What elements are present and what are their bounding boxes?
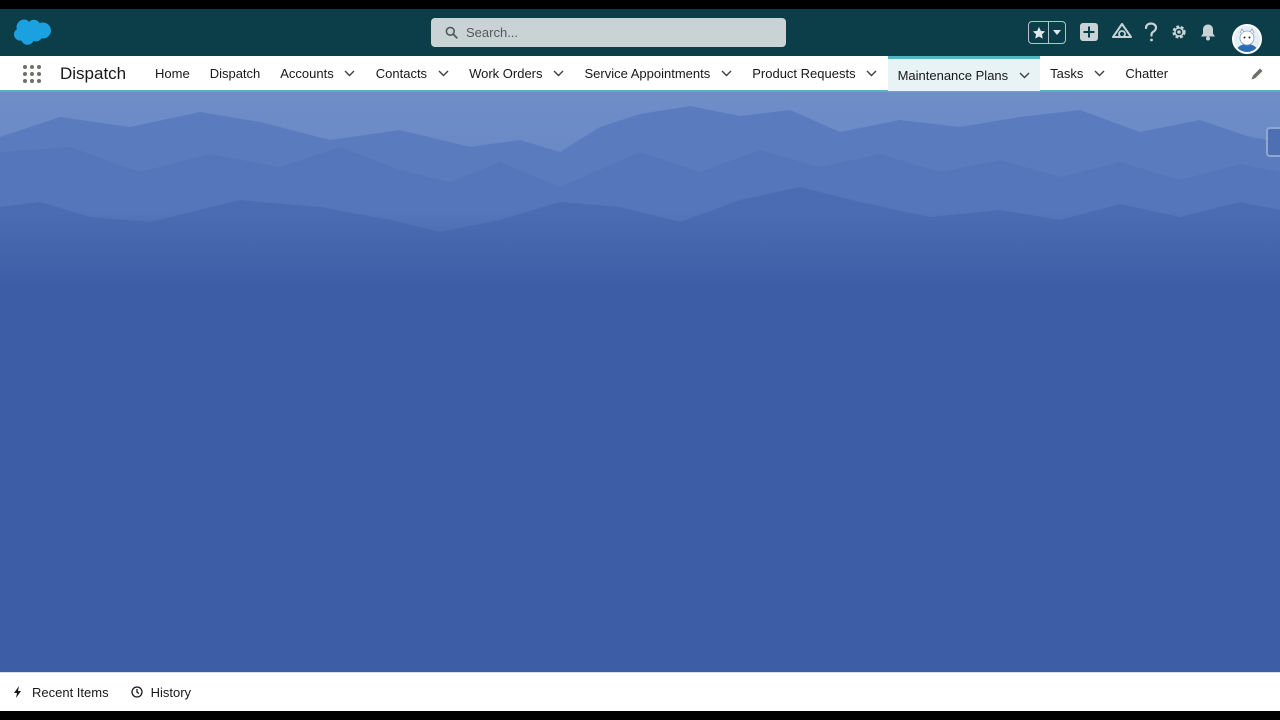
edit-pencil-icon[interactable] xyxy=(1250,67,1264,81)
side-panel-toggle[interactable] xyxy=(1266,127,1280,157)
nav-tab-dispatch[interactable]: Dispatch xyxy=(200,56,271,91)
chevron-down-icon[interactable] xyxy=(1093,68,1105,80)
chevron-down-icon[interactable] xyxy=(1018,69,1030,81)
setup-gear-icon[interactable] xyxy=(1168,21,1190,43)
global-header xyxy=(0,9,1280,56)
help-icon[interactable] xyxy=(1140,21,1162,43)
nav-tab-label: Maintenance Plans xyxy=(897,67,1009,83)
clock-icon xyxy=(130,686,143,698)
lightning-bolt-icon xyxy=(14,686,21,698)
chevron-down-icon[interactable] xyxy=(437,68,449,80)
nav-tab-accounts[interactable]: Accounts xyxy=(270,56,365,91)
global-search[interactable] xyxy=(431,18,786,47)
nav-tab-label: Accounts xyxy=(280,66,334,81)
chevron-down-icon[interactable] xyxy=(344,68,356,80)
nav-tab-home[interactable]: Home xyxy=(145,56,200,91)
notifications-bell-icon[interactable] xyxy=(1197,21,1219,43)
nav-tab-label: Tasks xyxy=(1050,66,1084,81)
chevron-down-icon[interactable] xyxy=(720,68,732,80)
nav-tab-label: Chatter xyxy=(1125,66,1169,81)
nav-tab-tasks[interactable]: Tasks xyxy=(1040,56,1115,91)
search-input[interactable] xyxy=(466,25,766,40)
utility-recent-items[interactable]: Recent Items xyxy=(12,685,109,700)
app-window: Dispatch Home Dispatch Accounts Contacts… xyxy=(0,9,1280,711)
nav-tab-work-orders[interactable]: Work Orders xyxy=(459,56,574,91)
search-icon xyxy=(445,26,458,39)
chevron-down-icon[interactable] xyxy=(553,68,565,80)
utility-label: History xyxy=(150,684,192,700)
nav-tab-chatter[interactable]: Chatter xyxy=(1115,56,1178,91)
nav-tab-label: Service Appointments xyxy=(584,66,711,81)
nav-tab-contacts[interactable]: Contacts xyxy=(366,56,459,91)
favorites-caret-icon[interactable] xyxy=(1049,22,1065,43)
nav-tab-label: Contacts xyxy=(375,66,428,81)
utility-history[interactable]: History xyxy=(130,684,192,700)
nav-tab-label: Dispatch xyxy=(209,66,261,81)
app-launcher-icon[interactable] xyxy=(22,64,42,84)
background-mountains xyxy=(0,92,1280,672)
global-add-icon[interactable] xyxy=(1078,21,1100,43)
favorites-button-group xyxy=(1028,21,1066,44)
favorites-star-icon[interactable] xyxy=(1029,22,1050,43)
navigation-bar: Dispatch Home Dispatch Accounts Contacts… xyxy=(0,56,1280,92)
salesforce-cloud-logo[interactable] xyxy=(14,18,52,46)
nav-tab-label: Product Requests xyxy=(752,66,856,81)
utility-label: Recent Items xyxy=(32,684,109,700)
nav-tabs: Home Dispatch Accounts Contacts Work Ord… xyxy=(145,56,1178,91)
utility-bar: Recent Items History xyxy=(0,672,1280,711)
app-name: Dispatch xyxy=(60,64,127,83)
nav-tab-label: Home xyxy=(155,66,190,81)
nav-tab-product-requests[interactable]: Product Requests xyxy=(742,56,887,91)
nav-tab-label: Work Orders xyxy=(469,66,543,81)
trailhead-icon[interactable] xyxy=(1111,21,1133,43)
chevron-down-icon[interactable] xyxy=(866,68,878,80)
nav-tab-maintenance-plans[interactable]: Maintenance Plans xyxy=(887,56,1041,91)
nav-tab-service-appointments[interactable]: Service Appointments xyxy=(575,56,743,91)
avatar[interactable] xyxy=(1232,24,1262,54)
